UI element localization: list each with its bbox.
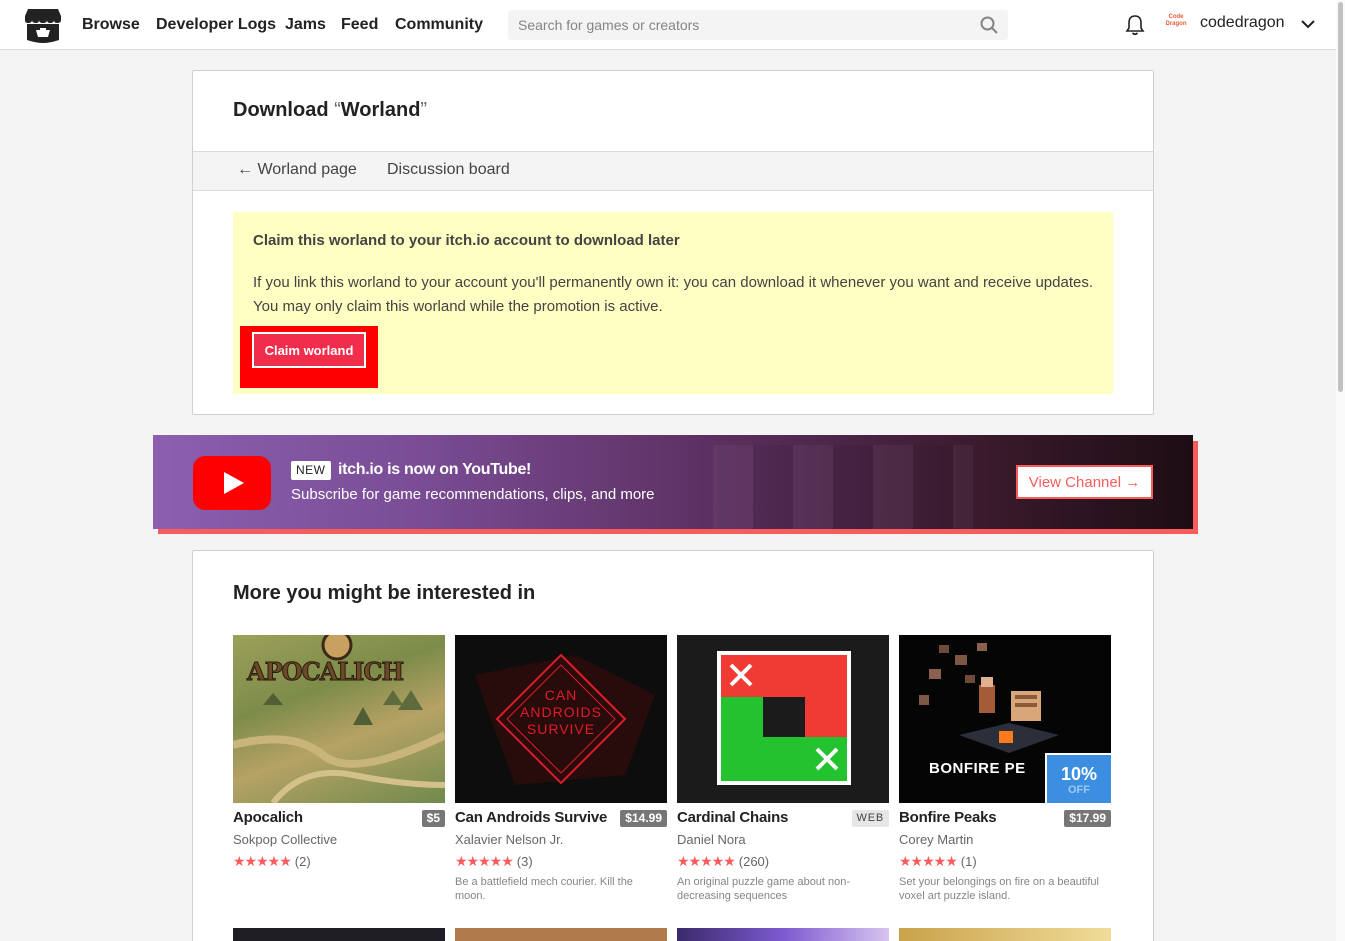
game-cell[interactable]: CAN ANDROIDS SURVIVE Can Androids Surviv… [455, 635, 667, 902]
banner-subtitle: Subscribe for game recommendations, clip… [291, 486, 655, 503]
notification-bell-icon[interactable] [1125, 14, 1145, 36]
banner-background-art [713, 445, 973, 529]
game-title-link[interactable]: Bonfire Peaks [899, 809, 997, 826]
claim-box: Claim this worland to your itch.io accou… [233, 212, 1113, 394]
game-description: Be a battlefield mech courier. Kill the … [455, 876, 633, 902]
view-channel-button[interactable]: View Channel → [1016, 465, 1153, 499]
rating-stars-icon: ★★★★★ [899, 853, 958, 869]
price-badge: $14.99 [620, 810, 667, 827]
rating-stars-icon: ★★★★★ [233, 853, 292, 869]
back-to-game-page-link[interactable]: ← Worland page [237, 161, 357, 179]
nav-developer-logs[interactable]: Developer Logs [156, 0, 276, 50]
rating-count: (3) [516, 854, 533, 869]
game-author-link[interactable]: Daniel Nora [677, 832, 746, 847]
search-box [508, 10, 1008, 40]
sale-badge: 10% OFF [1045, 753, 1111, 803]
download-card: Download “Worland” ← Worland page Discus… [192, 70, 1154, 415]
nav-jams[interactable]: Jams [285, 0, 326, 50]
game-thumbnail-partial[interactable] [233, 928, 445, 941]
arrow-left-icon: ← [237, 161, 253, 178]
game-thumbnail-partial[interactable] [899, 928, 1111, 941]
game-cell[interactable]: APOCALICH Apocalich $5 Sokpop Collective… [233, 635, 445, 869]
game-thumbnail-partial[interactable] [677, 928, 889, 941]
game-rating: ★★★★★ (3) [455, 853, 533, 870]
claim-button-highlight: Claim worland [240, 326, 378, 388]
top-header: Browse Developer Logs Jams Feed Communit… [0, 0, 1336, 50]
scrollbar-thumb[interactable] [1338, 2, 1343, 392]
nav-feed[interactable]: Feed [341, 0, 378, 50]
claim-title: Claim this worland to your itch.io accou… [253, 232, 680, 249]
username-label[interactable]: codedragon [1200, 14, 1285, 32]
game-title-link[interactable]: Apocalich [233, 809, 303, 826]
game-author-link[interactable]: Sokpop Collective [233, 832, 337, 847]
game-description: Set your belongings on fire on a beautif… [899, 876, 1099, 902]
page-title: Download “Worland” [233, 99, 428, 121]
sale-percent: 10% [1060, 764, 1098, 784]
game-author-link[interactable]: Corey Martin [899, 832, 973, 847]
thumb-title-art: BONFIRE PE [929, 760, 1026, 777]
recommendations-card: More you might be interested in APOCALIC… [192, 550, 1154, 941]
sale-off-label: OFF [1068, 784, 1090, 796]
search-input[interactable] [508, 10, 1008, 40]
game-description: An original puzzle game about non-decrea… [677, 876, 851, 902]
rating-stars-icon: ★★★★★ [455, 853, 514, 869]
game-cell[interactable]: Cardinal Chains WEB Daniel Nora ★★★★★ (26… [677, 635, 889, 902]
thumb-title-art: APOCALICH [246, 657, 404, 687]
game-rating: ★★★★★ (1) [899, 853, 977, 870]
rating-count: (2) [294, 854, 311, 869]
game-cell[interactable]: BONFIRE PE 10% OFF Bonfire Peaks $17.99 … [899, 635, 1111, 902]
section-title: More you might be interested in [233, 582, 536, 604]
game-author-link[interactable]: Xalavier Nelson Jr. [455, 832, 563, 847]
thumb-title-art: CAN ANDROIDS SURVIVE [520, 687, 602, 737]
itchio-logo-icon[interactable] [24, 6, 62, 43]
game-title-link[interactable]: Cardinal Chains [677, 809, 788, 826]
game-thumbnail[interactable]: CAN ANDROIDS SURVIVE [455, 635, 667, 803]
discussion-board-link[interactable]: Discussion board [387, 161, 510, 179]
rating-count: (1) [960, 854, 977, 869]
price-badge: $5 [421, 810, 445, 827]
claim-button[interactable]: Claim worland [252, 332, 366, 368]
game-thumbnail[interactable]: APOCALICH [233, 635, 445, 803]
game-rating: ★★★★★ (260) [677, 853, 769, 870]
puzzle-art [717, 651, 851, 785]
nav-community[interactable]: Community [395, 0, 483, 50]
game-thumbnail-partial[interactable] [455, 928, 667, 941]
new-badge: NEW [291, 461, 331, 480]
avatar[interactable]: Code Dragon [1162, 14, 1190, 34]
claim-description: If you link this worland to your account… [253, 274, 1094, 315]
game-thumbnail[interactable] [677, 635, 889, 803]
youtube-banner[interactable]: NEW itch.io is now on YouTube! Subscribe… [153, 435, 1193, 529]
game-rating: ★★★★★ (2) [233, 853, 311, 870]
rating-count: (260) [738, 854, 770, 869]
game-thumbnail[interactable]: BONFIRE PE 10% OFF [899, 635, 1111, 803]
price-badge: $17.99 [1064, 810, 1111, 827]
youtube-logo-icon [193, 456, 271, 510]
sub-navigation: ← Worland page Discussion board [193, 151, 1153, 191]
chevron-down-icon[interactable] [1300, 18, 1316, 30]
game-title-link[interactable]: Can Androids Survive [455, 809, 607, 826]
platform-badge: WEB [851, 810, 889, 827]
search-icon[interactable] [980, 16, 998, 34]
rating-stars-icon: ★★★★★ [677, 853, 736, 869]
banner-title: itch.io is now on YouTube! [338, 461, 532, 478]
nav-browse[interactable]: Browse [82, 0, 140, 50]
